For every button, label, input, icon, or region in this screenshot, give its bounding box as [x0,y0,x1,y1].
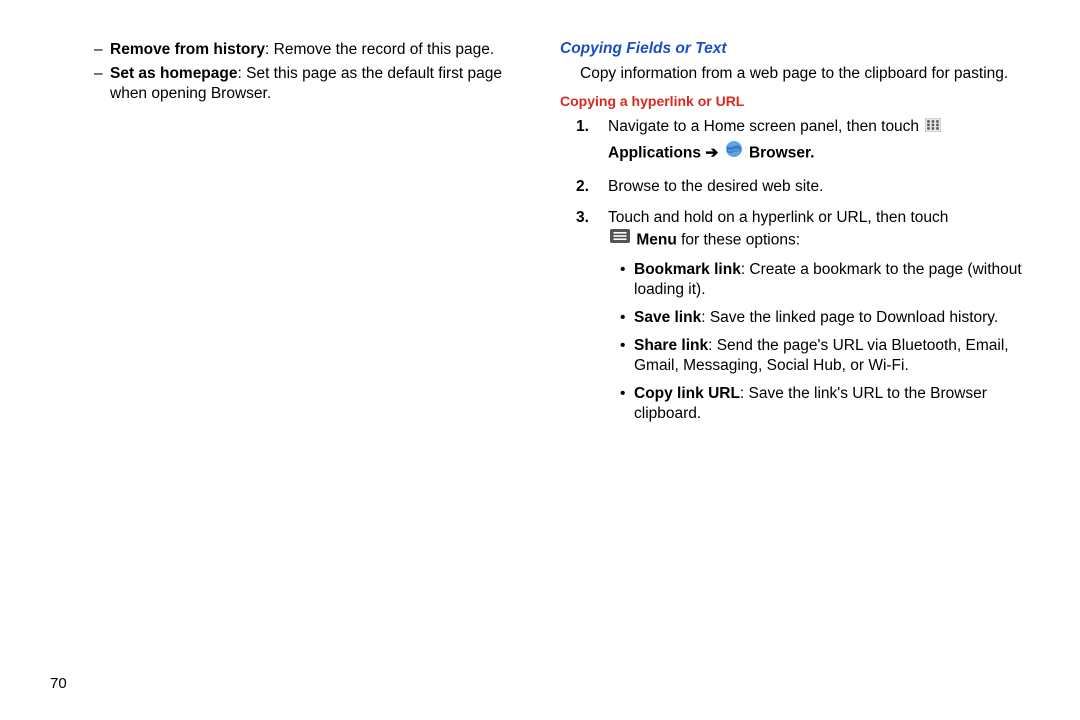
step-text: Touch and hold on a hyperlink or URL, th… [608,209,948,226]
menu-label: Menu [636,231,676,248]
step-number: 3. [576,208,589,229]
list-item-label: Share link [634,337,708,354]
step-app-line: Applications ➔ Browser. [608,140,1030,167]
menu-icon [610,229,630,250]
browser-globe-icon [725,140,743,165]
list-item-label: Set as homepage [110,65,238,82]
step-item: 2. Browse to the desired web site. [608,177,1030,198]
list-item-label: Copy link URL [634,385,740,402]
step-item: 3. Touch and hold on a hyperlink or URL,… [608,208,1030,425]
applications-label: Applications [608,144,701,161]
list-item-desc: : Remove the record of this page. [265,41,494,58]
step-number: 2. [576,177,589,198]
list-item: Save link: Save the linked page to Downl… [620,308,1030,328]
menu-rest: for these options: [677,231,800,248]
list-item-label: Remove from history [110,41,265,58]
dash-list: Remove from history: Remove the record o… [50,40,520,104]
page-number: 70 [50,675,67,692]
step-text: Navigate to a Home screen panel, then to… [608,118,919,135]
bullet-list: Bookmark link: Create a bookmark to the … [608,260,1030,425]
left-column: Remove from history: Remove the record o… [50,40,550,690]
list-item: Set as homepage: Set this page as the de… [110,64,520,104]
list-item: Copy link URL: Save the link's URL to th… [620,384,1030,424]
right-column: Copying Fields or Text Copy information … [550,40,1030,690]
section-intro: Copy information from a web page to the … [580,64,1030,85]
list-item-label: Bookmark link [634,261,741,278]
manual-page: Remove from history: Remove the record o… [0,0,1080,720]
trailing-period: . [810,144,814,161]
apps-grid-icon [925,118,941,132]
list-item-desc: : Save the linked page to Download histo… [701,309,998,326]
step-number: 1. [576,117,589,138]
list-item: Remove from history: Remove the record o… [110,40,520,60]
steps-list: 1. Navigate to a Home screen panel, then… [560,117,1030,425]
sub-heading: Copying a hyperlink or URL [560,93,1030,109]
arrow-icon: ➔ [705,144,718,161]
list-item: Bookmark link: Create a bookmark to the … [620,260,1030,300]
browser-label: Browser [749,144,810,161]
section-heading: Copying Fields or Text [560,40,1030,58]
list-item-label: Save link [634,309,701,326]
step-item: 1. Navigate to a Home screen panel, then… [608,117,1030,167]
list-item: Share link: Send the page's URL via Blue… [620,336,1030,376]
step-text: Browse to the desired web site. [608,178,823,195]
